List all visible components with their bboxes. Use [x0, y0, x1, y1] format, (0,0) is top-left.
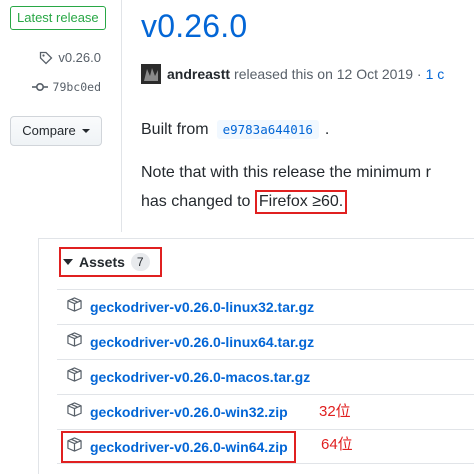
- package-icon: [67, 436, 82, 457]
- asset-link[interactable]: geckodriver-v0.26.0-win64.zip: [90, 439, 288, 455]
- commit-icon: [31, 82, 48, 92]
- compare-button[interactable]: Compare: [10, 116, 102, 146]
- release-tag[interactable]: v0.26.0: [39, 50, 101, 65]
- package-icon: [67, 402, 82, 422]
- annotation-32bit: 32位: [319, 403, 351, 420]
- released-text: released this on 12 Oct 2019 ·: [234, 66, 422, 82]
- author-link[interactable]: andreastt: [167, 66, 230, 82]
- assets-toggle[interactable]: Assets 7: [59, 247, 162, 277]
- assets-label: Assets: [79, 254, 125, 270]
- triangle-down-icon: [63, 259, 73, 265]
- annotation-64bit: 64位: [321, 436, 353, 453]
- built-from-label: Built from: [141, 120, 209, 138]
- release-commit[interactable]: 79bc0ed: [31, 80, 101, 94]
- assets-count-badge: 7: [130, 253, 150, 271]
- package-icon: [67, 297, 82, 317]
- package-icon: [67, 332, 82, 352]
- built-from-line: Built from e9783a644016 .: [141, 120, 329, 139]
- release-note-line-1: Note that with this release the minimum …: [141, 164, 431, 181]
- asset-link[interactable]: geckodriver-v0.26.0-linux32.tar.gz: [90, 299, 314, 315]
- package-icon: [67, 367, 82, 387]
- asset-row[interactable]: geckodriver-v0.26.0-win32.zip 32位: [57, 394, 474, 429]
- release-note-prefix: has changed to: [141, 193, 251, 210]
- latest-release-badge: Latest release: [10, 6, 106, 30]
- release-note-line-2: has changed to Firefox ≥60.: [141, 190, 348, 214]
- asset-row[interactable]: geckodriver-v0.26.0-macos.tar.gz: [57, 359, 474, 394]
- asset-row[interactable]: geckodriver-v0.26.0-linux32.tar.gz: [57, 289, 474, 324]
- asset-list: geckodriver-v0.26.0-linux32.tar.gz gecko…: [57, 289, 474, 464]
- commit-sha: 79bc0ed: [52, 80, 101, 94]
- compare-button-label: Compare: [22, 123, 76, 138]
- release-byline: andreastt released this on 12 Oct 2019 ·…: [141, 64, 444, 84]
- tag-icon: [39, 51, 53, 65]
- release-meta-sidebar: Latest release v0.26.0 79bc0ed Compare: [0, 0, 122, 232]
- asset-link[interactable]: geckodriver-v0.26.0-linux64.tar.gz: [90, 334, 314, 350]
- commits-link[interactable]: 1 c: [426, 66, 445, 82]
- release-tag-label: v0.26.0: [58, 50, 101, 65]
- release-title[interactable]: v0.26.0: [141, 8, 247, 45]
- author-avatar[interactable]: [141, 64, 161, 84]
- asset-row[interactable]: geckodriver-v0.26.0-linux64.tar.gz: [57, 324, 474, 359]
- asset-row[interactable]: geckodriver-v0.26.0-win64.zip 64位: [57, 429, 474, 464]
- asset-link[interactable]: geckodriver-v0.26.0-win32.zip: [90, 404, 288, 420]
- built-from-sha-link[interactable]: e9783a644016: [216, 120, 319, 139]
- caret-down-icon: [81, 129, 90, 133]
- assets-panel: Assets 7 geckodriver-v0.26.0-linux32.tar…: [38, 238, 474, 474]
- asset-link[interactable]: geckodriver-v0.26.0-macos.tar.gz: [90, 369, 310, 385]
- built-from-period: .: [324, 120, 330, 138]
- asset-highlight-box: geckodriver-v0.26.0-win64.zip: [61, 430, 296, 463]
- firefox-version-highlight: Firefox ≥60.: [254, 190, 348, 214]
